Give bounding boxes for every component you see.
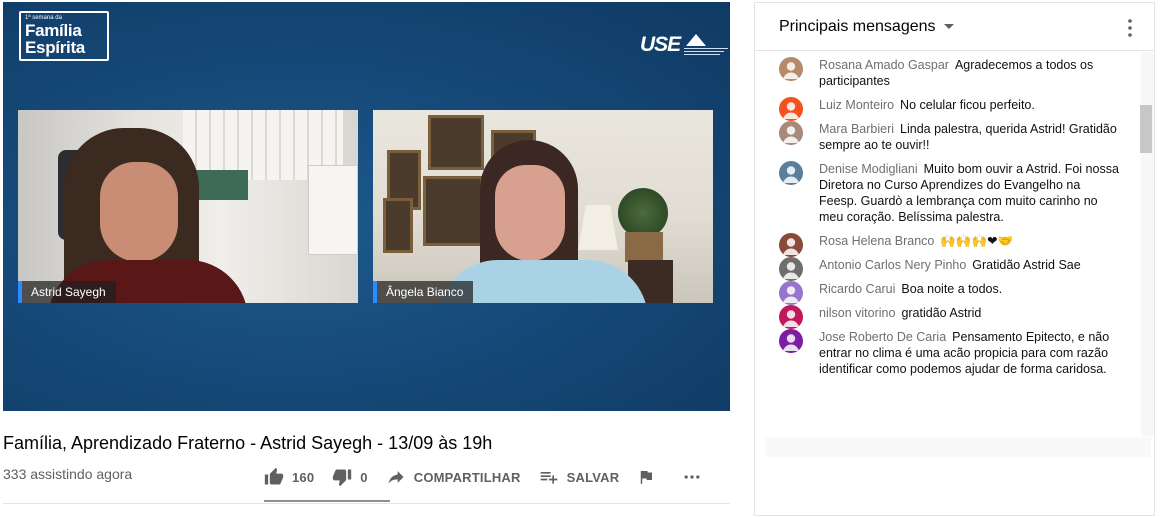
chat-message: Luiz Monteiro No celular ficou perfeito. bbox=[755, 92, 1140, 121]
report-button[interactable] bbox=[637, 468, 663, 486]
chat-mode-selector[interactable]: Principais mensagens bbox=[779, 18, 936, 36]
dislike-count: 0 bbox=[360, 469, 368, 485]
chat-header: Principais mensagens bbox=[755, 3, 1154, 51]
painting bbox=[423, 176, 483, 246]
painting bbox=[428, 115, 484, 170]
avatar[interactable] bbox=[779, 161, 803, 185]
person-face bbox=[495, 165, 565, 261]
dislike-button[interactable]: 0 bbox=[332, 467, 368, 487]
more-actions-button[interactable] bbox=[681, 467, 711, 487]
chat-message: nilson vitorino gratidão Astrid bbox=[755, 300, 1140, 329]
like-button[interactable]: 160 bbox=[264, 467, 314, 487]
chat-author[interactable]: Mara Barbieri bbox=[819, 122, 894, 136]
save-playlist-icon bbox=[540, 472, 557, 484]
cabinet bbox=[308, 165, 358, 255]
like-icon bbox=[264, 467, 284, 485]
share-icon bbox=[388, 471, 404, 484]
chat-author[interactable]: Luiz Monteiro bbox=[819, 98, 894, 112]
participant-video-2: Ângela Bianco bbox=[373, 110, 713, 303]
chat-message: Mara Barbieri Linda palestra, querida Ast… bbox=[755, 116, 1140, 156]
video-player[interactable]: 1ª semana da Família Espírita USE Astrid… bbox=[3, 2, 730, 411]
dislike-icon bbox=[333, 469, 352, 487]
chat-author[interactable]: Denise Modigliani bbox=[819, 162, 918, 176]
person-face bbox=[100, 162, 178, 262]
plant bbox=[618, 188, 668, 238]
chat-author[interactable]: nilson vitorino bbox=[819, 306, 895, 320]
chat-text: No celular ficou perfeito. bbox=[900, 98, 1035, 112]
avatar[interactable] bbox=[779, 329, 803, 353]
chat-message: Rosa Helena Branco 🙌🙌🙌❤🤝 bbox=[755, 228, 1140, 257]
like-ratio-bar bbox=[264, 500, 390, 502]
chat-input-area bbox=[765, 437, 1151, 457]
chat-message: Antonio Carlos Nery Pinho Gratidão Astrid… bbox=[755, 252, 1140, 281]
use-logo-text: USE bbox=[640, 33, 681, 56]
kebab-menu-icon[interactable] bbox=[1128, 19, 1132, 37]
chat-text: gratidão Astrid bbox=[901, 306, 982, 320]
chat-author[interactable]: Rosana Amado Gaspar bbox=[819, 58, 949, 72]
chat-author[interactable]: Jose Roberto De Caria bbox=[819, 330, 946, 344]
use-logo: USE bbox=[640, 32, 730, 58]
painting bbox=[383, 198, 413, 253]
chat-message: Ricardo Carui Boa noite a todos. bbox=[755, 276, 1140, 305]
share-label: COMPARTILHAR bbox=[413, 469, 521, 485]
chat-message: Rosana Amado Gaspar Agradecemos a todos o… bbox=[755, 52, 1140, 92]
participant-name-tag: Astrid Sayegh bbox=[18, 281, 116, 303]
video-title: Família, Aprendizado Fraterno - Astrid S… bbox=[3, 433, 493, 453]
chat-message: Jose Roberto De Caria Pensamento Epitecto… bbox=[755, 324, 1140, 380]
live-chat: Principais mensagens Rosana Amado Gaspar… bbox=[754, 2, 1155, 516]
caret-down-icon[interactable] bbox=[943, 24, 954, 29]
familia-espirita-logo: 1ª semana da Família Espírita bbox=[19, 11, 109, 61]
chat-message-list[interactable]: Rosana Amado Gaspar Agradecemos a todos o… bbox=[755, 52, 1140, 436]
lamp bbox=[578, 205, 618, 250]
chat-scrollbar-thumb[interactable] bbox=[1140, 105, 1152, 153]
video-actions: 160 0 COMPARTILHAR SALVAR bbox=[264, 462, 729, 492]
logo-line-1: Família bbox=[25, 21, 82, 40]
chat-author[interactable]: Ricardo Carui bbox=[819, 282, 895, 296]
chat-message: Denise Modigliani Muito bom ouvir a Astri… bbox=[755, 156, 1140, 228]
view-count: 333 assistindo agora bbox=[3, 466, 133, 482]
logo-line-2: Espírita bbox=[25, 38, 85, 57]
chat-text: Boa noite a todos. bbox=[901, 282, 1003, 296]
participant-video-1: Astrid Sayegh bbox=[18, 110, 358, 303]
flag-icon bbox=[641, 471, 653, 484]
save-label: SALVAR bbox=[566, 469, 620, 485]
avatar[interactable] bbox=[779, 57, 803, 81]
more-icon bbox=[684, 475, 700, 479]
info-divider bbox=[3, 503, 730, 504]
save-button[interactable]: SALVAR bbox=[539, 467, 620, 487]
avatar[interactable] bbox=[779, 121, 803, 145]
like-count: 160 bbox=[292, 469, 315, 485]
chat-text: Gratidão Astrid Sae bbox=[972, 258, 1081, 272]
chat-author[interactable]: Antonio Carlos Nery Pinho bbox=[819, 258, 966, 272]
chat-author[interactable]: Rosa Helena Branco bbox=[819, 234, 934, 248]
plant-pot bbox=[625, 232, 663, 262]
use-logo-icon bbox=[684, 34, 729, 55]
share-button[interactable]: COMPARTILHAR bbox=[386, 467, 521, 487]
chat-text: 🙌🙌🙌❤🤝 bbox=[940, 234, 1014, 248]
participant-name-tag: Ângela Bianco bbox=[373, 281, 474, 303]
